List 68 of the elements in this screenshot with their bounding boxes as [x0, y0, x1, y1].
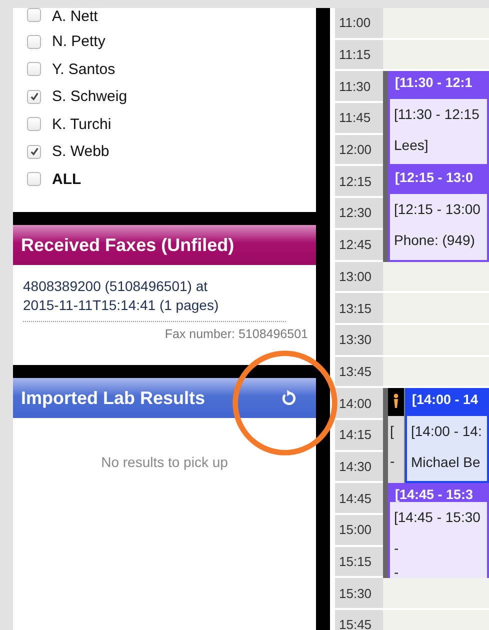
provider-label: S. Webb	[52, 143, 110, 160]
time-slot[interactable]	[383, 324, 489, 357]
time-label: 11:15	[335, 40, 383, 72]
provider-label: S. Schweig	[52, 88, 128, 106]
checkbox[interactable]	[27, 172, 41, 186]
event-title: [12:15 - 13:0	[390, 166, 487, 194]
time-label: 13:00	[335, 262, 383, 294]
event-text: -	[394, 564, 400, 578]
checkbox[interactable]	[27, 8, 41, 22]
event-card[interactable]: [11:30 - 12:1 [11:30 - 12:15 Lees]	[388, 71, 489, 166]
time-label: 11:45	[335, 103, 383, 135]
event-title: [11:30 - 12:1	[390, 71, 487, 100]
provider-label: Y. Santos	[52, 60, 116, 78]
time-label: 14:15	[335, 420, 383, 452]
event-title: [14:45 - 15:3	[390, 483, 487, 502]
time-slot[interactable]	[383, 578, 489, 610]
event-text: [11:30 - 12:15	[394, 105, 480, 124]
time-slot[interactable]	[383, 356, 489, 388]
time-label: 14:30	[335, 452, 383, 484]
panel-header: Received Faxes (Unfiled)	[13, 225, 316, 265]
event-text: -	[394, 539, 400, 558]
event-text: [	[389, 422, 395, 442]
time-label: 12:30	[335, 198, 383, 230]
time-label: 12:15	[335, 166, 383, 198]
time-slot[interactable]	[383, 40, 489, 72]
time-label: 15:45	[335, 610, 383, 630]
checkbox[interactable]	[27, 90, 41, 104]
time-label: 13:30	[335, 324, 383, 357]
event-text: [14:45 - 15:30	[394, 508, 482, 528]
checkbox[interactable]	[27, 62, 41, 76]
empty-message: No results to pick up	[100, 454, 229, 470]
provider-label: ALL	[52, 170, 82, 188]
refresh-icon[interactable]	[280, 389, 298, 407]
time-label: 15:00	[335, 515, 383, 547]
event-text: [12:15 - 13:00	[394, 200, 482, 220]
fax-number: Fax number: 5108496501	[164, 327, 308, 341]
time-slot[interactable]	[383, 293, 489, 325]
time-label: 13:45	[335, 356, 383, 388]
event-card[interactable]: [14:00 - 14 [14:00 - 14: Michael Be	[405, 388, 489, 484]
event-text: [14:00 - 14:	[411, 422, 483, 442]
event-text: Michael Be	[411, 453, 482, 472]
time-slot[interactable]	[383, 262, 489, 294]
time-label: 11:00	[335, 8, 383, 40]
provider-label: A. Nett	[52, 8, 98, 25]
time-label: 14:00	[335, 388, 383, 420]
event-card[interactable]: [14:45 - 15:3 [14:45 - 15:30 - -	[388, 483, 489, 578]
checkbox[interactable]	[27, 34, 41, 49]
event-text: Phone: (949)	[394, 231, 476, 250]
time-label: 15:30	[335, 578, 383, 610]
fax-link[interactable]: 4808389200 (5108496501) at 2015-11-11T15:14:41 (1 pages)	[23, 277, 286, 322]
event-card[interactable]: [12:15 - 13:0 [12:15 - 13:00 Phone: (949)	[388, 166, 489, 262]
provider-label: N. Petty	[52, 33, 106, 50]
time-label: 12:00	[335, 134, 383, 166]
event-card[interactable]: [ -	[388, 388, 405, 484]
event-text: Lees]	[394, 136, 430, 156]
time-label: 15:15	[335, 546, 383, 578]
event-text: -	[389, 452, 396, 472]
checkbox[interactable]	[27, 117, 41, 132]
panel-title: Imported Lab Results	[21, 388, 206, 408]
provider-label: K. Turchi	[52, 116, 112, 133]
time-slot[interactable]	[383, 8, 489, 40]
time-label: 11:30	[335, 71, 383, 104]
event-title: [14:00 - 14	[407, 388, 487, 416]
time-label: 14:45	[335, 483, 383, 515]
figure-icon	[392, 393, 400, 410]
checkbox[interactable]	[27, 144, 41, 159]
time-label: 12:45	[335, 230, 383, 262]
time-label: 13:15	[335, 293, 383, 325]
